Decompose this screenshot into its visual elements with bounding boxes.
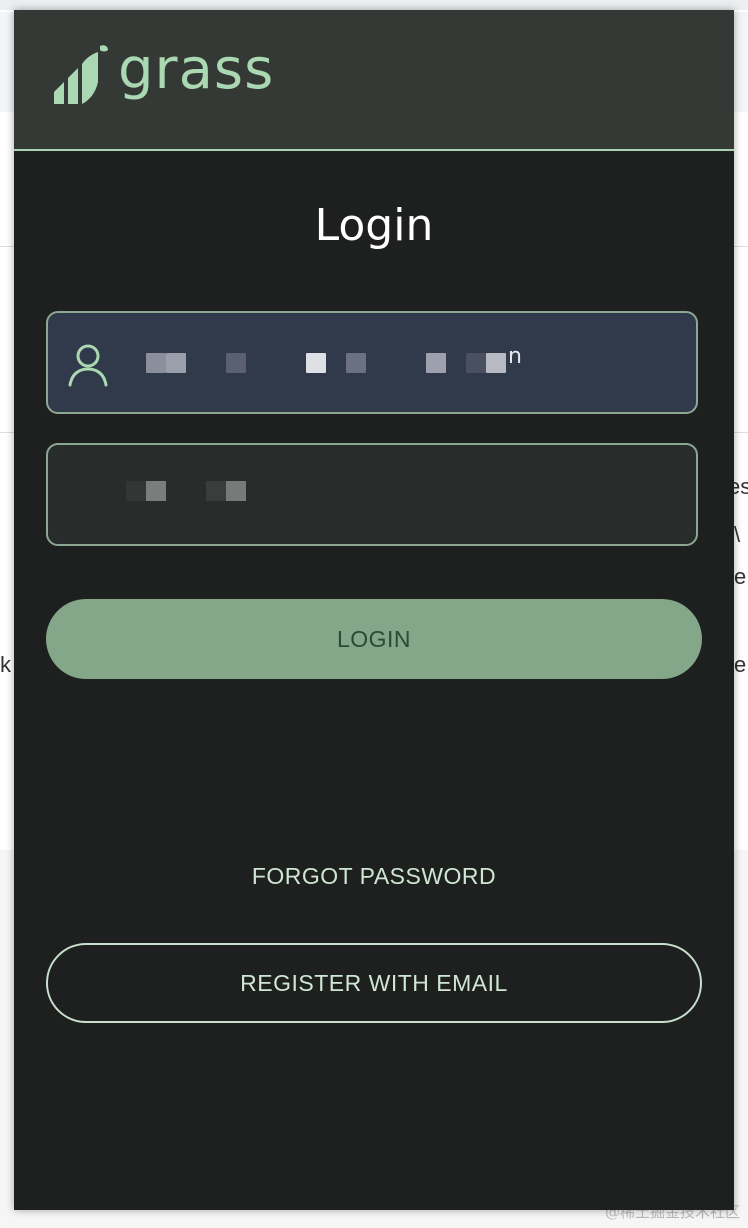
username-value: n (508, 344, 524, 369)
extension-popup: grass Login n LOGIN FORGOT PASSWORD REGI… (14, 10, 734, 1210)
popup-header: grass (14, 10, 734, 151)
background-text-fragment: \ (734, 522, 741, 547)
user-icon (64, 343, 112, 391)
login-button[interactable]: LOGIN (46, 599, 702, 679)
redacted-text-block (166, 353, 186, 373)
redacted-text-block (486, 353, 506, 373)
redacted-text-block (226, 481, 246, 501)
redacted-text-block (306, 353, 326, 373)
redacted-text-block (226, 353, 246, 373)
redacted-text-block (126, 481, 146, 501)
register-with-email-button[interactable]: REGISTER WITH EMAIL (46, 943, 702, 1023)
browser-top-strip (0, 0, 748, 10)
background-text-fragment: e (734, 564, 747, 589)
brand-logo: grass (50, 37, 275, 106)
redacted-text-block (206, 481, 226, 501)
page-title: Login (314, 200, 434, 251)
background-text-fragment: e (734, 652, 747, 677)
forgot-password-link[interactable]: FORGOT PASSWORD (14, 863, 734, 890)
grass-logo-icon (50, 42, 110, 106)
password-field[interactable] (46, 443, 698, 546)
username-field[interactable]: n (46, 311, 698, 414)
brand-name: grass (118, 37, 275, 102)
background-text-fragment: k (0, 652, 11, 677)
redacted-text-block (346, 353, 366, 373)
redacted-text-block (146, 481, 166, 501)
redacted-text-block (466, 353, 486, 373)
redacted-text-block (426, 353, 446, 373)
redacted-text-block (146, 353, 166, 373)
